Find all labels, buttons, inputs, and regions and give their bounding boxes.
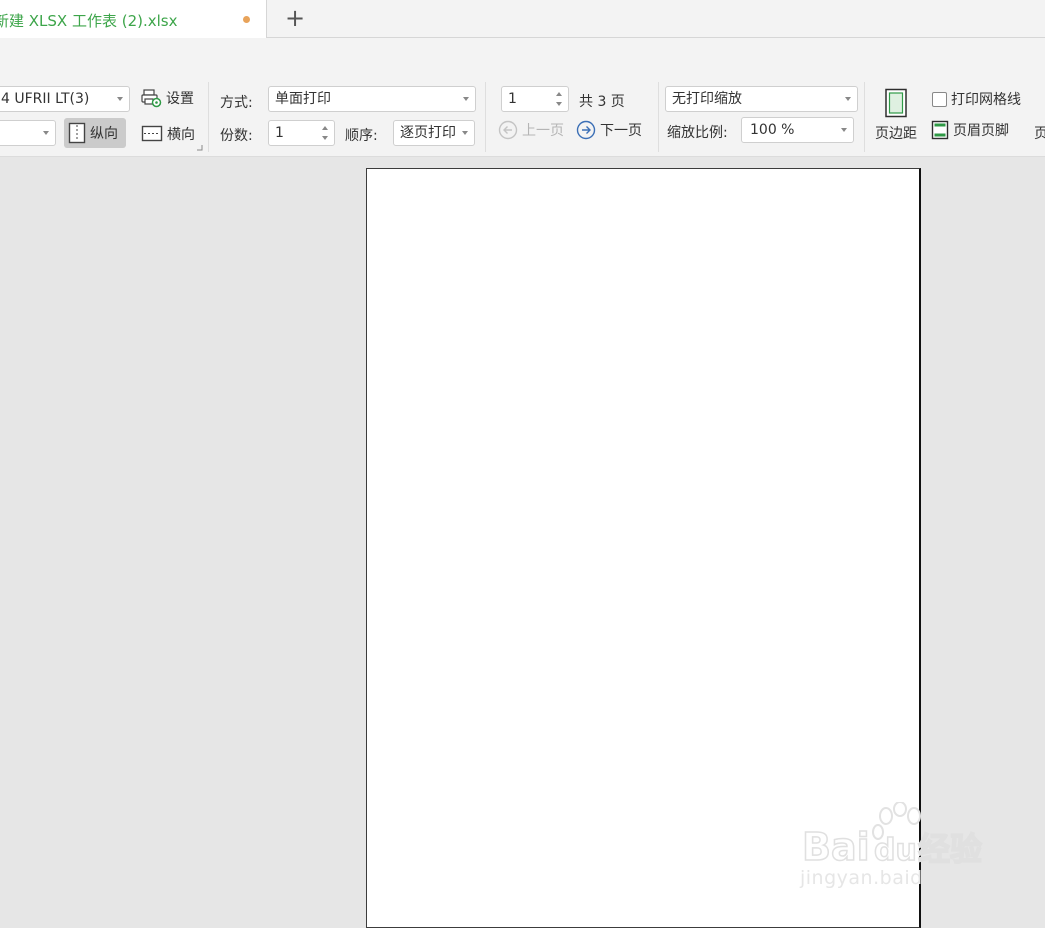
- chevron-down-icon: [117, 97, 123, 101]
- watermark-logo-text: Bai: [802, 825, 870, 869]
- page-margins-icon: [885, 88, 907, 118]
- scale-ratio-value: 100 %: [750, 122, 795, 138]
- scale-ratio-select[interactable]: 100 %: [741, 117, 854, 143]
- print-mode-select[interactable]: 单面打印: [268, 86, 476, 112]
- prev-page-button[interactable]: 上一页: [498, 120, 564, 140]
- print-order-value: 逐页打印: [400, 125, 456, 141]
- prev-page-label: 上一页: [522, 123, 564, 139]
- ribbon-separator: [208, 82, 209, 152]
- header-footer-button[interactable]: 页眉页脚: [931, 120, 1009, 140]
- next-page-label: 下一页: [600, 123, 642, 139]
- ribbon-separator: [485, 82, 486, 152]
- chevron-down-icon: [463, 97, 469, 101]
- copies-stepper[interactable]: 1: [268, 120, 335, 146]
- scaling-mode-select[interactable]: 无打印缩放: [665, 86, 858, 112]
- chevron-down-icon: [845, 97, 851, 101]
- checkbox-box: [932, 91, 947, 107]
- print-mode-label: 方式:: [220, 95, 253, 111]
- print-gridlines-checkbox[interactable]: 打印网格线: [932, 89, 1021, 109]
- page-number-stepper[interactable]: 1: [501, 86, 569, 112]
- printer-settings-icon: [141, 89, 162, 108]
- landscape-page-icon: [141, 125, 163, 142]
- printer-settings-label: 设置: [166, 91, 194, 107]
- chevron-down-icon: [462, 131, 468, 135]
- arrow-left-circle-icon: [498, 120, 518, 140]
- scale-ratio-label: 缩放比例:: [667, 125, 728, 141]
- print-order-label: 顺序:: [345, 128, 378, 144]
- printer-select[interactable]: 4 UFRII LT(3): [0, 86, 130, 112]
- ribbon-separator: [658, 82, 659, 152]
- copies-label: 份数:: [220, 128, 253, 144]
- page-number-value: 1: [508, 91, 517, 107]
- document-tab[interactable]: 新建 XLSX 工作表 (2).xlsx: [0, 0, 267, 38]
- chevron-down-icon: [43, 131, 49, 135]
- header-footer-icon: [931, 120, 949, 140]
- ribbon-separator: [864, 82, 865, 152]
- arrow-right-circle-icon: [576, 120, 596, 140]
- watermark-logo-mid: du: [874, 833, 917, 868]
- printer-settings-button[interactable]: 设置: [141, 88, 194, 108]
- watermark-url: jingyan.baidu.com: [800, 867, 984, 889]
- landscape-button[interactable]: 横向: [141, 124, 195, 144]
- document-tab-title: 新建 XLSX 工作表 (2).xlsx: [0, 12, 178, 30]
- spin-arrows-icon[interactable]: [320, 123, 330, 143]
- print-mode-value: 单面打印: [275, 91, 331, 107]
- total-pages-label: 共 3 页: [579, 94, 625, 110]
- next-page-button[interactable]: 下一页: [576, 120, 642, 140]
- new-tab-button[interactable]: +: [284, 6, 306, 30]
- print-order-select[interactable]: 逐页打印: [393, 120, 475, 146]
- portrait-button[interactable]: 纵向: [64, 118, 126, 148]
- landscape-label: 横向: [167, 127, 195, 143]
- copies-value: 1: [275, 125, 284, 141]
- print-gridlines-label: 打印网格线: [951, 92, 1021, 108]
- chevron-down-icon: [841, 128, 847, 132]
- page-margins-label: 页边距: [875, 126, 917, 142]
- paper-size-select[interactable]: [0, 120, 56, 146]
- header-footer-label: 页眉页脚: [953, 123, 1009, 139]
- scaling-mode-value: 无打印缩放: [672, 91, 742, 107]
- spin-arrows-icon[interactable]: [554, 89, 564, 109]
- portrait-page-icon: [68, 122, 86, 144]
- tab-bar: 新建 XLSX 工作表 (2).xlsx +: [0, 0, 1045, 38]
- cut-off-button-label[interactable]: 页: [1034, 123, 1045, 143]
- unsaved-indicator: [243, 16, 250, 23]
- group-expand-icon[interactable]: [196, 144, 203, 151]
- printer-select-value: 4 UFRII LT(3): [1, 91, 90, 107]
- print-preview-ribbon: 4 UFRII LT(3) 设置 纵向 横向 方式: 单面打印 份数: 1 顺序…: [0, 38, 1045, 157]
- page-margins-button[interactable]: 页边距: [874, 88, 922, 144]
- portrait-label: 纵向: [90, 126, 118, 142]
- watermark-logo-cn: 经验: [918, 830, 982, 868]
